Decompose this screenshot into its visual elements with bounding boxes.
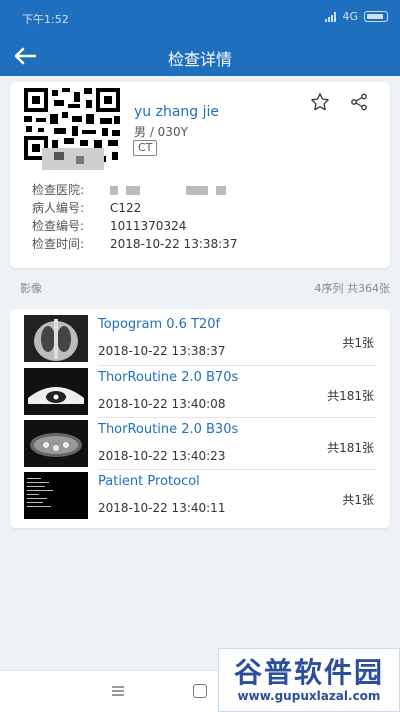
exam-info: 检查医院: 病人编号: C122 检查编号: 1011370324 检查时间: … bbox=[32, 181, 237, 253]
series-time: 2018-10-22 13:40:23 bbox=[98, 449, 226, 463]
series-count: 共181张 bbox=[327, 441, 374, 455]
series-item-patient-protocol[interactable]: Patient Protocol 2018-10-22 13:40:11 共1张 bbox=[10, 469, 390, 522]
patient-name: yu zhang jie bbox=[134, 104, 220, 120]
series-name: ThorRoutine 2.0 B30s bbox=[98, 422, 239, 437]
series-item-b30s[interactable]: ThorRoutine 2.0 B30s 2018-10-22 13:40:23… bbox=[10, 417, 390, 470]
hospital-value bbox=[110, 181, 234, 199]
hospital-row: 检查医院: bbox=[32, 181, 237, 199]
series-item-b70s[interactable]: ThorRoutine 2.0 B70s 2018-10-22 13:40:08… bbox=[10, 365, 390, 418]
status-time: 下午1:52 bbox=[22, 13, 69, 26]
battery-icon bbox=[364, 11, 388, 22]
series-thumbnail bbox=[24, 315, 88, 362]
redaction-mask bbox=[216, 186, 226, 195]
series-time: 2018-10-22 13:40:08 bbox=[98, 397, 226, 411]
qr-code[interactable] bbox=[24, 88, 120, 170]
favorite-button[interactable] bbox=[307, 89, 333, 115]
images-section-header: 影像 4序列 共364张 bbox=[0, 278, 400, 298]
hospital-label: 检查医院: bbox=[32, 183, 85, 197]
menu-button[interactable] bbox=[110, 683, 126, 699]
modality-badge: CT bbox=[133, 140, 158, 156]
exam-number-value: 1011370324 bbox=[110, 219, 187, 233]
share-icon bbox=[351, 93, 367, 111]
exam-time-label: 检查时间: bbox=[32, 237, 85, 251]
exam-number-label: 检查编号: bbox=[32, 219, 85, 233]
patient-id-row: 病人编号: C122 bbox=[32, 199, 237, 217]
patient-gender-age: 男 / 030Y bbox=[134, 125, 188, 139]
series-name: ThorRoutine 2.0 B70s bbox=[98, 370, 239, 385]
menu-icon bbox=[112, 686, 124, 696]
redaction-mask bbox=[126, 186, 140, 195]
exam-time-value: 2018-10-22 13:38:37 bbox=[110, 237, 238, 251]
series-time: 2018-10-22 13:38:37 bbox=[98, 344, 226, 358]
status-indicators: 4G bbox=[325, 10, 388, 23]
series-count: 共181张 bbox=[327, 389, 374, 403]
app-bar: 检查详情 bbox=[0, 36, 400, 76]
watermark-title: 谷普软件园 bbox=[233, 656, 384, 689]
series-list: Topogram 0.6 T20f 2018-10-22 13:38:37 共1… bbox=[10, 309, 390, 528]
patient-card: yu zhang jie 男 / 030Y CT 检查医院: 病人编号: C12… bbox=[10, 82, 390, 268]
exam-time-row: 检查时间: 2018-10-22 13:38:37 bbox=[32, 235, 237, 253]
watermark-url: www.gupuxlazal.com bbox=[237, 689, 381, 703]
redaction-mask bbox=[110, 186, 118, 195]
network-type: 4G bbox=[342, 10, 358, 23]
qr-code-image bbox=[24, 88, 120, 170]
series-name: Topogram 0.6 T20f bbox=[98, 317, 221, 332]
signal-icon bbox=[325, 11, 337, 22]
series-item-topogram[interactable]: Topogram 0.6 T20f 2018-10-22 13:38:37 共1… bbox=[10, 312, 390, 365]
page-title: 检查详情 bbox=[167, 50, 232, 69]
exam-number-row: 检查编号: 1011370324 bbox=[32, 217, 237, 235]
images-section-summary: 4序列 共364张 bbox=[314, 282, 391, 295]
watermark: 谷普软件园 www.gupuxlazal.com bbox=[218, 648, 400, 712]
patient-id-label: 病人编号: bbox=[32, 201, 85, 215]
series-thumbnail bbox=[24, 472, 88, 519]
images-section-title: 影像 bbox=[20, 282, 42, 295]
share-button[interactable] bbox=[346, 89, 372, 115]
series-thumbnail bbox=[24, 368, 88, 415]
series-count: 共1张 bbox=[342, 493, 374, 507]
series-thumbnail bbox=[24, 420, 88, 467]
star-icon bbox=[311, 93, 329, 111]
patient-id-value: C122 bbox=[110, 201, 142, 215]
series-count: 共1张 bbox=[342, 336, 374, 350]
home-button[interactable] bbox=[193, 684, 207, 698]
status-bar: 下午1:52 4G bbox=[0, 0, 400, 36]
series-time: 2018-10-22 13:40:11 bbox=[98, 501, 226, 515]
series-name: Patient Protocol bbox=[98, 474, 200, 489]
redaction-mask bbox=[186, 186, 208, 195]
